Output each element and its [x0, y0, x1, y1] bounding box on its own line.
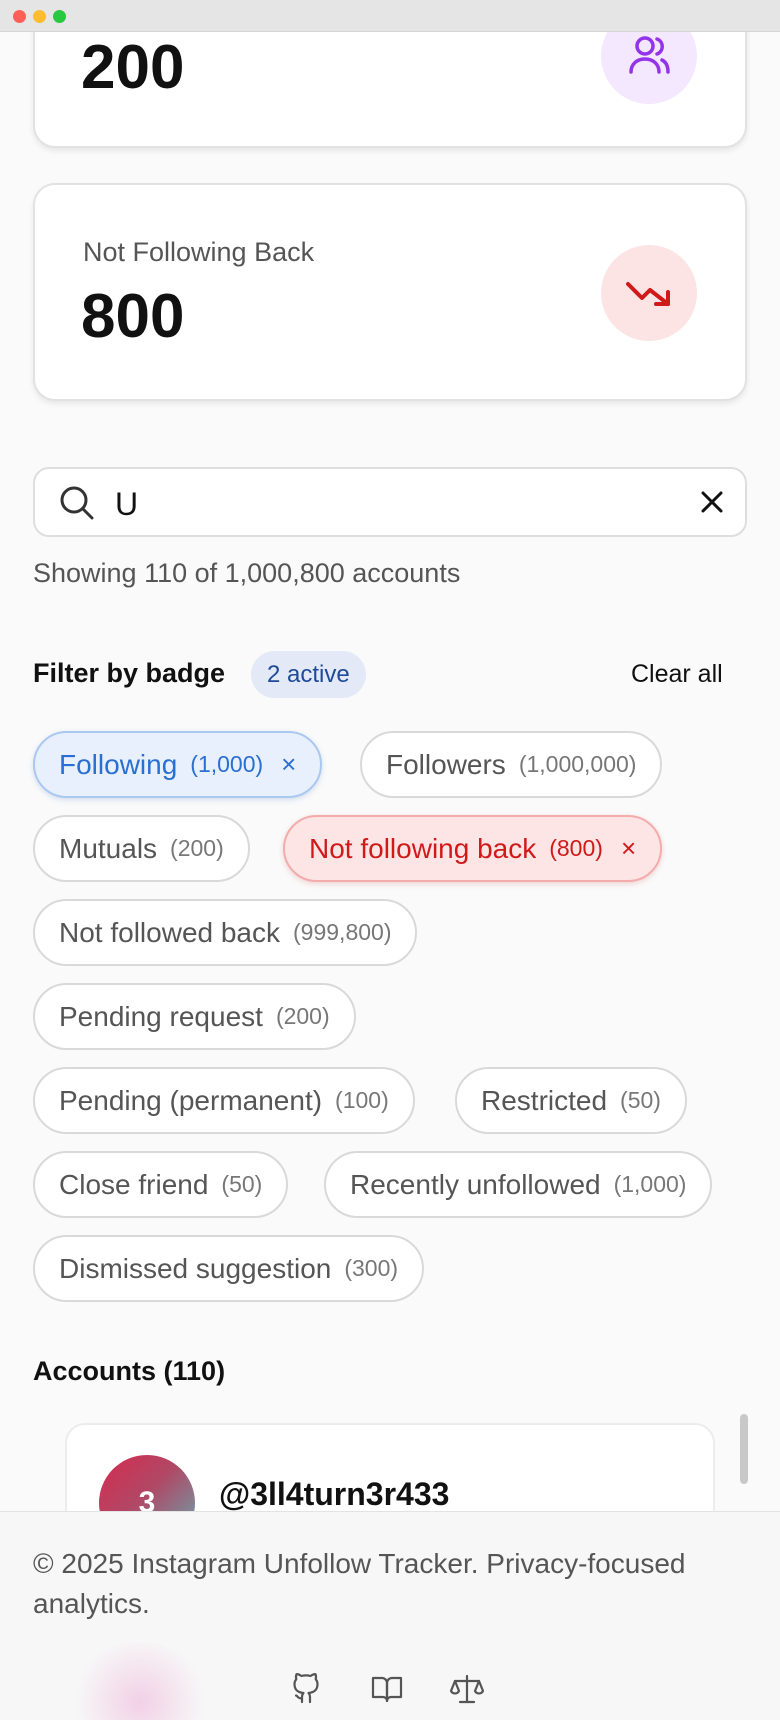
footer: © 2025 Instagram Unfollow Tracker. Priva… — [0, 1511, 780, 1720]
list-scrollbar[interactable] — [740, 1414, 748, 1484]
chip-label: Pending request — [59, 1000, 263, 1032]
scale-icon[interactable] — [449, 1672, 485, 1706]
clear-all-button[interactable]: Clear all — [631, 660, 723, 689]
footer-copyright: © 2025 Instagram Unfollow Tracker. Priva… — [33, 1548, 686, 1619]
chip-followers[interactable]: Followers (1,000,000) — [360, 731, 663, 798]
chip-label: Restricted — [481, 1084, 608, 1116]
accounts-heading: Accounts (110) — [33, 1356, 226, 1386]
results-count-text: Showing 110 of 1,000,800 accounts — [33, 558, 461, 588]
github-icon[interactable] — [290, 1672, 324, 1706]
maximize-window-button[interactable] — [53, 10, 66, 23]
chip-count: (300) — [344, 1255, 399, 1281]
chip-close-friend[interactable]: Close friend (50) — [33, 1151, 289, 1218]
chip-label: Following — [59, 748, 178, 780]
chip-recently-unfollowed[interactable]: Recently unfollowed (1,000) — [324, 1151, 713, 1218]
chip-label: Mutuals — [59, 832, 158, 864]
chip-count: (50) — [221, 1171, 263, 1197]
chip-label: Not followed back — [59, 916, 281, 948]
chip-count: (100) — [335, 1087, 389, 1113]
not-following-back-stat-label: Not Following Back — [83, 237, 315, 267]
chip-pending-permanent[interactable]: Pending (permanent) (100) — [33, 1067, 415, 1134]
not-following-back-stat-card: Not Following Back 800 — [33, 183, 747, 401]
search-input[interactable]: U — [33, 467, 747, 537]
chip-pending-request[interactable]: Pending request (200) — [33, 983, 356, 1050]
not-following-back-stat-value: 800 — [81, 282, 185, 351]
chip-count: (800) — [549, 835, 603, 861]
account-username[interactable]: @3ll4turn3r433 — [219, 1476, 449, 1513]
chip-label: Dismissed suggestion — [59, 1252, 332, 1284]
mutuals-stat-value: 200 — [81, 33, 185, 102]
chip-count: (200) — [275, 1003, 330, 1029]
chip-label: Pending (permanent) — [59, 1084, 323, 1116]
trending-down-icon — [601, 245, 697, 341]
close-window-button[interactable] — [13, 10, 26, 23]
minimize-window-button[interactable] — [33, 10, 46, 23]
search-icon — [59, 485, 95, 526]
window-titlebar — [0, 0, 780, 32]
chip-label: Followers — [386, 748, 506, 780]
chip-label: Not following back — [309, 832, 537, 864]
search-input-value[interactable]: U — [115, 486, 138, 523]
chip-count: (200) — [170, 835, 224, 861]
chip-count: (1,000,000) — [518, 751, 637, 777]
chip-count: (50) — [620, 1087, 661, 1113]
chip-not-following-back[interactable]: Not following back (800) × — [283, 815, 663, 882]
chip-count: (999,800) — [293, 919, 392, 945]
chip-following[interactable]: Following (1,000) × — [33, 731, 323, 798]
chip-dismissed-suggestion[interactable]: Dismissed suggestion (300) — [33, 1235, 425, 1302]
chip-count: (1,000) — [190, 751, 264, 777]
chip-label: Close friend — [59, 1168, 209, 1200]
filter-heading: Filter by badge — [33, 658, 226, 688]
active-filters-badge: 2 active — [251, 651, 366, 698]
chip-not-followed-back[interactable]: Not followed back (999,800) — [33, 899, 418, 966]
remove-filter-icon[interactable]: × — [281, 749, 296, 780]
chip-mutuals[interactable]: Mutuals (200) — [33, 815, 250, 882]
chip-restricted[interactable]: Restricted (50) — [455, 1067, 687, 1134]
chip-label: Recently unfollowed — [350, 1168, 601, 1200]
chip-count: (1,000) — [613, 1171, 687, 1197]
footer-links — [290, 1672, 485, 1706]
remove-filter-icon[interactable]: × — [621, 833, 636, 864]
clear-search-icon[interactable] — [699, 489, 725, 520]
decorative-blob — [70, 1642, 210, 1720]
book-icon[interactable] — [370, 1672, 404, 1706]
